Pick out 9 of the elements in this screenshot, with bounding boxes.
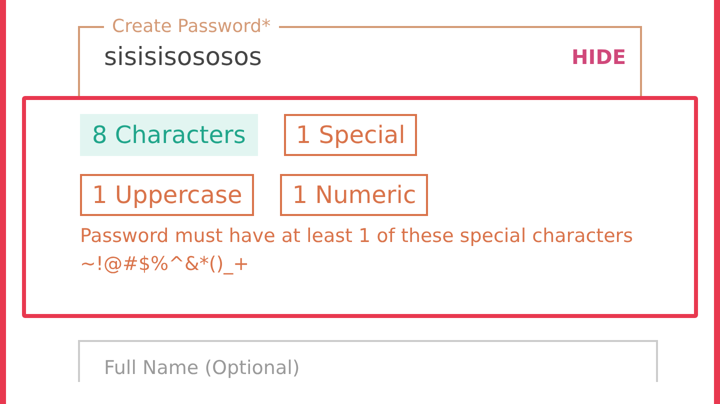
hint-text: Password must have at least 1 of these special characters ~!@#$%^&*()_+: [80, 224, 634, 277]
hide-button[interactable]: HIDE: [572, 42, 626, 72]
requirement-chip: 8 Characters: [80, 114, 258, 156]
requirement-chip: 1 Uppercase: [80, 174, 254, 216]
requirement-chip: 1 Numeric: [280, 174, 428, 216]
password-field[interactable]: Create Password* sisisisososos HIDE: [78, 16, 642, 96]
name-field[interactable]: Full Name (Optional): [78, 340, 658, 382]
requirement-chip: 1 Special: [284, 114, 418, 156]
password-input[interactable]: sisisisososos: [104, 38, 484, 76]
